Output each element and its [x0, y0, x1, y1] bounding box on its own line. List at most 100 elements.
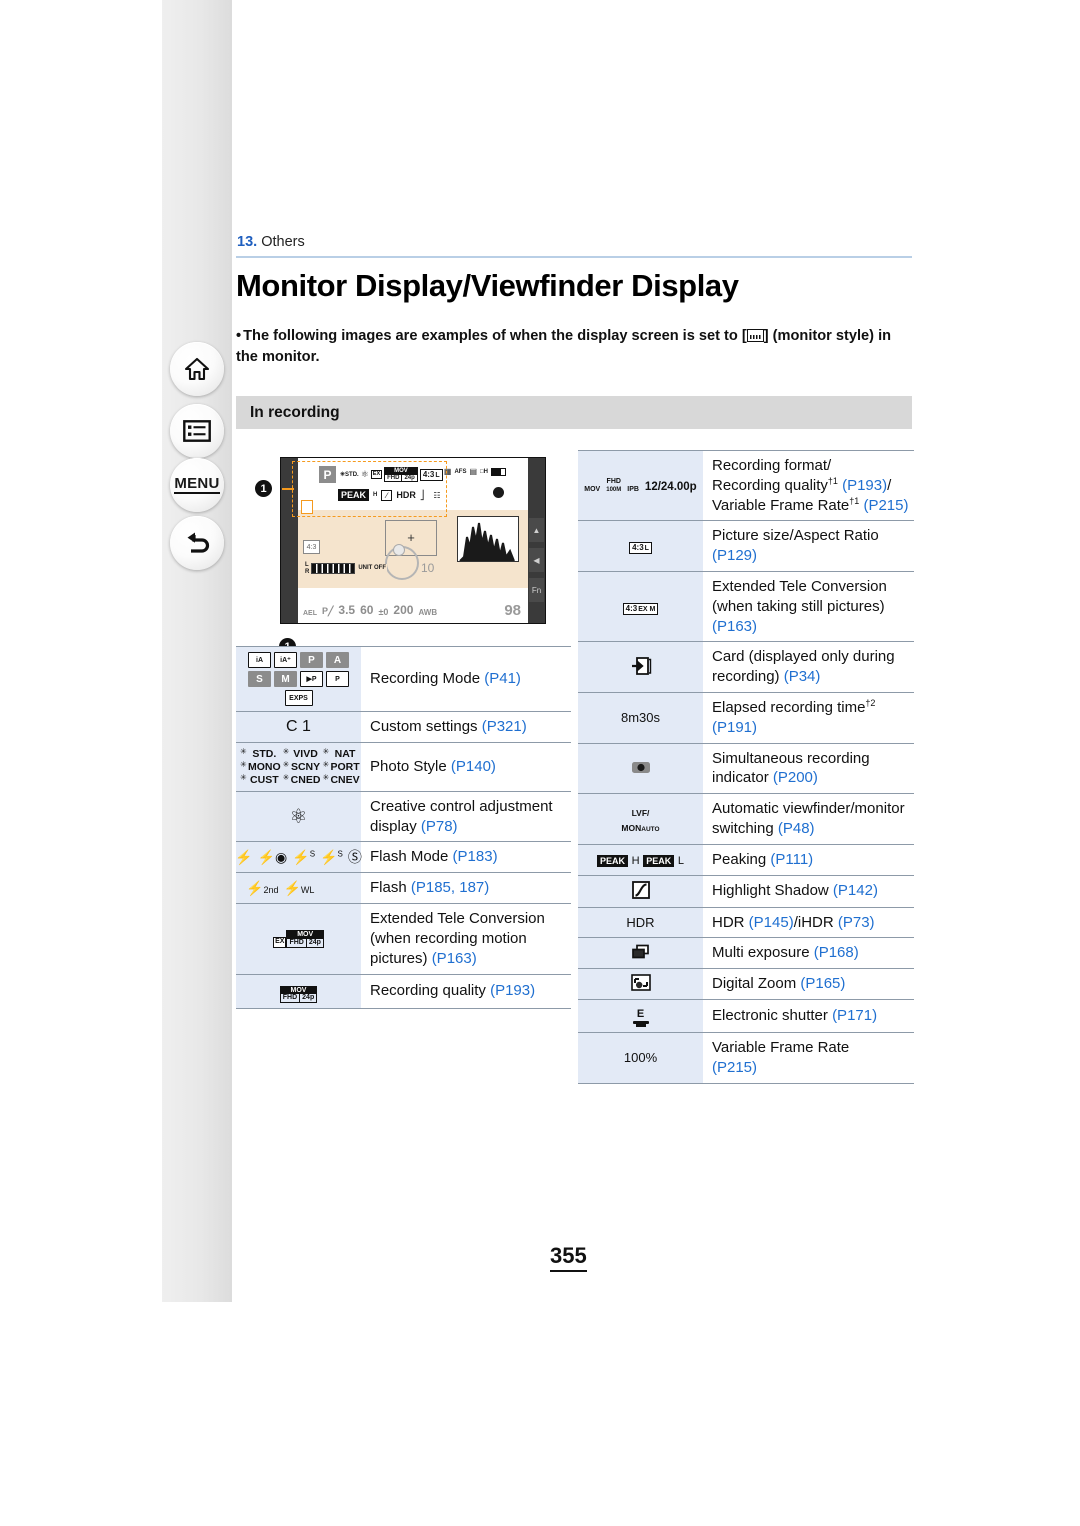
highlight-shadow-icon-cell: [578, 875, 703, 908]
table-row: ⚛ Creative control adjustment display (P…: [236, 791, 571, 842]
contents-button[interactable]: [170, 404, 224, 458]
photo-style-label: Photo Style: [370, 757, 451, 775]
simultaneous-recording-ref: (P200): [772, 769, 818, 787]
mode-a-icon: A: [326, 652, 349, 668]
card-insert-icon: [630, 656, 652, 679]
digital-zoom-ref: (P165): [800, 975, 846, 993]
home-button[interactable]: [170, 342, 224, 396]
flash-slow-redeye-icon: ⚡S: [320, 848, 343, 865]
level-left-label: L: [305, 562, 309, 568]
elapsed-time-label: Elapsed recording time: [712, 698, 866, 716]
flash-label: Flash: [370, 879, 411, 897]
creative-control-icon-cell: ⚛: [236, 791, 361, 842]
callout-marker-1-top: 1: [255, 480, 272, 497]
table-left-bottom-rule: [236, 1008, 571, 1009]
card-ref: (P34): [783, 668, 821, 686]
creative-control-label: Creative control adjustment display: [370, 797, 553, 835]
flash-slow-sync-icon: ⚡S: [292, 848, 316, 865]
screen-bottom-status-bar: AEL P╱ 3.5 60 ±0 200 AWB: [303, 603, 437, 617]
hdr-icon-cell: HDR: [578, 907, 703, 938]
shutter-speed-value: 60: [360, 603, 374, 617]
table-row: HDR HDR (P145)/iHDR (P73): [578, 907, 914, 938]
ex-tele-still-icon: 4:3 EX M: [622, 602, 659, 615]
electronic-shutter-icon: E: [632, 1009, 649, 1028]
creative-control-ref: (P78): [420, 817, 458, 835]
elapsed-time-icon-cell: 8m30s: [578, 692, 703, 744]
peaking-low-label: L: [677, 855, 684, 868]
flash-mode-icons-cell: ⚡ ⚡◉ ⚡S ⚡S Ⓢ: [235, 841, 362, 873]
table-row: 100% Variable Frame Rate (P215): [578, 1032, 914, 1084]
page-number: 355: [550, 1243, 587, 1272]
photo-style-desc-cell: Photo Style (P140): [361, 742, 571, 792]
lvf-mon-auto-icon: LVF/MONAUTO: [621, 807, 660, 833]
ihdr-ref: (P73): [837, 913, 875, 931]
picture-size-ref: (P129): [712, 547, 758, 565]
lvf-mon-ref: (P48): [777, 819, 815, 837]
multi-exposure-icon-cell: [578, 937, 703, 969]
lvf-mon-icon-cell: LVF/MONAUTO: [578, 793, 703, 845]
variable-frame-rate-desc-cell: Variable Frame Rate (P215): [703, 1032, 914, 1084]
picture-size-aspect-icon: 4:3 L: [629, 542, 652, 555]
rec-quality-label: Recording quality: [712, 476, 828, 494]
level-blocks-icon: [311, 563, 356, 575]
photo-style-cust-icon: CUST: [240, 773, 281, 786]
variable-frame-rate-label: Variable Frame Rate: [712, 496, 850, 514]
home-icon: [184, 356, 210, 382]
picture-size-icon-cell: 4:3 L: [578, 520, 703, 572]
hdr-label: HDR: [712, 913, 749, 931]
photo-style-cned-icon: CNED: [283, 773, 321, 786]
callout-highlight-box: [292, 461, 447, 517]
legend-table-right: MOV FHD 100M IPB 12/24.00p Recording for…: [578, 450, 914, 1084]
ex-tele-still-desc-cell: Extended Tele Conversion (when taking st…: [703, 571, 914, 642]
section-header-label: In recording: [250, 403, 340, 421]
back-arrow-icon: [183, 531, 211, 555]
rec-format-slash: /: [887, 476, 892, 494]
peaking-desc-cell: Peaking (P111): [703, 844, 914, 876]
vfr-label: Variable Frame Rate: [712, 1039, 850, 1057]
flash-icon: ⚡: [235, 848, 253, 865]
photo-style-std-icon: STD.: [240, 747, 281, 760]
legend-table-left: iA iA⁺ P A S M ▶P P EXPS Recording Mode …: [235, 646, 571, 1009]
flash-mode-label: Flash Mode: [370, 848, 453, 866]
recording-quality-icon-cell: MOV FHD 24p: [236, 974, 361, 1009]
program-shift-icon: P╱: [322, 606, 334, 616]
histogram: [457, 516, 519, 562]
ex-label-icon: EX: [273, 936, 287, 948]
breadcrumb-title: Others: [261, 234, 305, 250]
ex-tele-still-ref: (P163): [712, 617, 758, 635]
back-button[interactable]: [170, 516, 224, 570]
mode-ia-icon: iA: [248, 652, 271, 668]
picture-size-desc-cell: Picture size/Aspect Ratio (P129): [703, 520, 914, 572]
histogram-plot: [459, 522, 515, 561]
mode-m-icon: M: [274, 671, 297, 687]
table-row: ⚡ ⚡◉ ⚡S ⚡S Ⓢ Flash Mode (P183): [235, 841, 571, 873]
frame-rate-value: 12/24.00p: [644, 481, 697, 494]
ex-tele-still-icon-cell: 4:3 EX M: [578, 571, 703, 642]
recording-mode-icons-cell: iA iA⁺ P A S M ▶P P EXPS: [236, 646, 361, 712]
table-row: MOV FHD 100M IPB 12/24.00p Recording for…: [578, 450, 914, 521]
flash-mode-desc-cell: Flash Mode (P183): [361, 841, 571, 873]
breadcrumb-chapter: 13.: [237, 234, 258, 250]
recording-quality-ref: (P193): [490, 982, 536, 1000]
table-row: 4:3 L Picture size/Aspect Ratio (P129): [578, 520, 914, 572]
simultaneous-recording-desc-cell: Simultaneous recording indicator (P200): [703, 743, 914, 794]
mode-movie-p-icon: ▶P: [300, 671, 323, 687]
peaking-high-label: H: [631, 855, 640, 868]
vfr-footnote-mark: †1: [849, 495, 860, 506]
photo-style-nat-icon: NAT: [322, 747, 359, 760]
recording-quality-label: Recording quality: [370, 982, 491, 1000]
rec-format-line1: Recording format/: [712, 457, 832, 474]
table-row: STD. VIVD NAT MONO SCNY PORT CUST CNED C…: [236, 742, 571, 792]
flash-second-icon-row: ⚡2nd ⚡WL: [240, 880, 357, 897]
table-row: Highlight Shadow (P142): [578, 875, 914, 908]
digital-zoom-label: Digital Zoom: [712, 975, 801, 993]
electronic-shutter-icon-cell: E: [578, 999, 703, 1033]
mode-s-icon: S: [248, 671, 271, 687]
menu-button[interactable]: MENU: [170, 458, 224, 512]
card-desc-cell: Card (displayed only during recording) (…: [703, 641, 914, 693]
photo-style-scny-icon: SCNY: [283, 760, 321, 773]
ex-tele-movie-desc-cell: Extended Tele Conversion (when recording…: [361, 903, 571, 975]
flash-redeye-icon: ⚡◉: [257, 848, 288, 865]
flash-mode-ref: (P183): [452, 848, 498, 866]
table-row: MOV FHD 24p Recording quality (P193): [236, 974, 571, 1009]
